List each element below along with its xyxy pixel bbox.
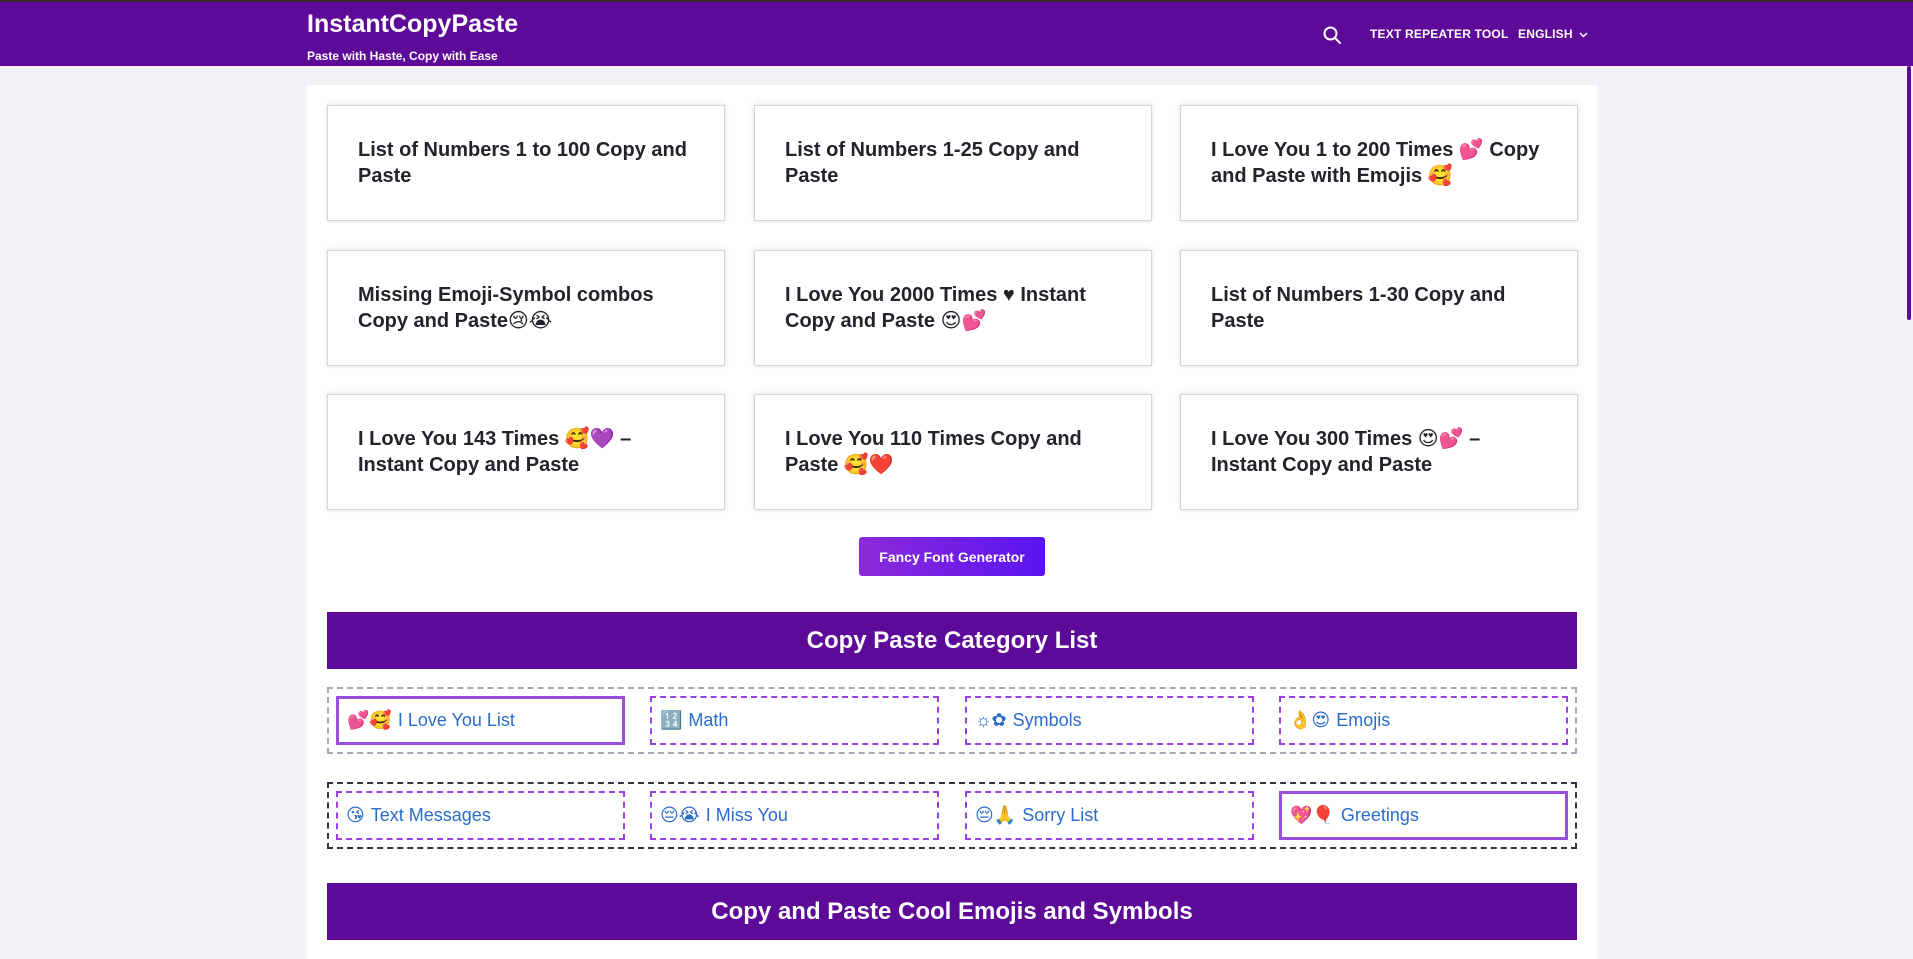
category-list-heading: Copy Paste Category List	[327, 612, 1577, 669]
category-emoji: 😔🙏	[975, 805, 1017, 825]
category-emoji: 💕🥰	[347, 710, 392, 730]
category-emoji: 😘	[346, 805, 365, 825]
category-link-math[interactable]: 🔢 Math	[650, 696, 939, 745]
category-emoji: 👌😍	[1289, 710, 1331, 730]
category-link-sorry-list[interactable]: 😔🙏 Sorry List	[965, 791, 1254, 840]
post-card[interactable]: List of Numbers 1 to 100 Copy and Paste	[327, 105, 725, 221]
category-label: I Miss You	[705, 805, 788, 825]
chevron-down-icon	[1579, 30, 1588, 41]
category-link-i-miss-you[interactable]: 😔😭 I Miss You	[650, 791, 939, 840]
category-emoji: 💖🎈	[1290, 805, 1335, 825]
category-emoji: 🔢	[660, 710, 683, 730]
category-label: I Love You List	[397, 710, 515, 730]
category-label: Symbols	[1012, 710, 1082, 730]
post-card-title[interactable]: I Love You 300 Times 😍💕 – Instant Copy a…	[1211, 426, 1547, 478]
category-link-emojis[interactable]: 👌😍 Emojis	[1279, 696, 1568, 745]
post-card-title[interactable]: List of Numbers 1-25 Copy and Paste	[785, 137, 1121, 189]
site-header: InstantCopyPaste Paste with Haste, Copy …	[0, 2, 1913, 66]
emojis-symbols-heading: Copy and Paste Cool Emojis and Symbols	[327, 883, 1577, 940]
category-row: 💕🥰 I Love You List 🔢 Math ☼✿ Symbols 👌😍 Emoj…	[327, 687, 1577, 754]
post-card-title[interactable]: List of Numbers 1 to 100 Copy and Paste	[358, 137, 694, 189]
category-label: Greetings	[1340, 805, 1419, 825]
category-link-i-love-you[interactable]: 💕🥰 I Love You List	[336, 696, 625, 745]
post-card[interactable]: I Love You 2000 Times ♥ Instant Copy and…	[754, 250, 1152, 366]
post-card[interactable]: I Love You 300 Times 😍💕 – Instant Copy a…	[1180, 394, 1578, 510]
category-emoji: 😔😭	[660, 805, 700, 825]
category-label: Math	[688, 710, 729, 730]
search-icon[interactable]	[1320, 23, 1344, 47]
post-card[interactable]: I Love You 143 Times 🥰💜 – Instant Copy a…	[327, 394, 725, 510]
nav-text-repeater-tool[interactable]: TEXT REPEATER TOOL	[1370, 27, 1509, 41]
language-label: ENGLISH	[1518, 27, 1573, 41]
category-row: 😘 Text Messages 😔😭 I Miss You 😔🙏 Sorry List…	[327, 782, 1577, 849]
scrollbar-thumb[interactable]	[1907, 66, 1911, 320]
post-card[interactable]: I Love You 110 Times Copy and Paste 🥰❤️	[754, 394, 1152, 510]
category-link-symbols[interactable]: ☼✿ Symbols	[965, 696, 1254, 745]
post-card[interactable]: I Love You 1 to 200 Times 💕 Copy and Pas…	[1180, 105, 1578, 221]
post-card[interactable]: List of Numbers 1-25 Copy and Paste	[754, 105, 1152, 221]
category-label: Emojis	[1336, 710, 1391, 730]
post-card[interactable]: Missing Emoji-Symbol combos Copy and Pas…	[327, 250, 725, 366]
fancy-font-generator-button[interactable]: Fancy Font Generator	[859, 537, 1045, 576]
category-label: Sorry List	[1022, 805, 1099, 825]
post-card-title[interactable]: I Love You 1 to 200 Times 💕 Copy and Pas…	[1211, 137, 1547, 189]
post-card-title[interactable]: Missing Emoji-Symbol combos Copy and Pas…	[358, 282, 694, 334]
site-tagline: Paste with Haste, Copy with Ease	[307, 49, 498, 63]
post-card-title[interactable]: I Love You 143 Times 🥰💜 – Instant Copy a…	[358, 426, 694, 478]
post-card[interactable]: List of Numbers 1-30 Copy and Paste	[1180, 250, 1578, 366]
language-selector[interactable]: ENGLISH	[1518, 27, 1588, 41]
category-emoji: ☼✿	[975, 710, 1007, 730]
site-title[interactable]: InstantCopyPaste	[307, 10, 518, 39]
post-card-title[interactable]: I Love You 110 Times Copy and Paste 🥰❤️	[785, 426, 1121, 478]
post-card-title[interactable]: I Love You 2000 Times ♥ Instant Copy and…	[785, 282, 1121, 334]
post-card-title[interactable]: List of Numbers 1-30 Copy and Paste	[1211, 282, 1547, 334]
category-link-text-messages[interactable]: 😘 Text Messages	[336, 791, 625, 840]
category-label: Text Messages	[370, 805, 491, 825]
category-link-greetings[interactable]: 💖🎈 Greetings	[1279, 791, 1568, 840]
